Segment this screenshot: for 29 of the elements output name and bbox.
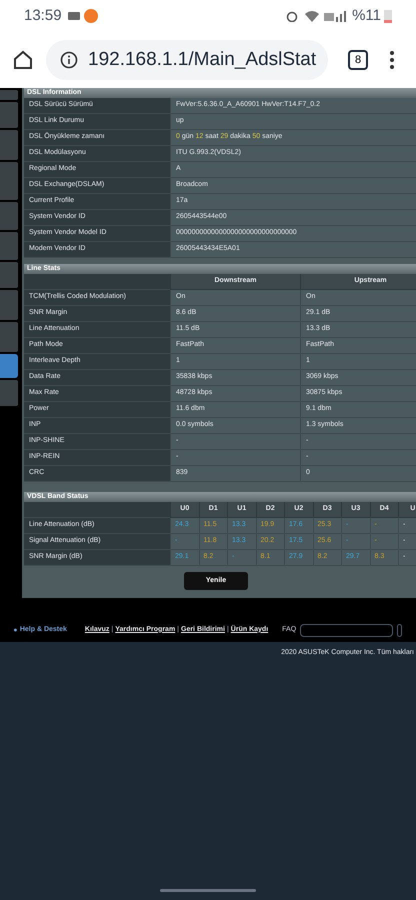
sidebar-tab[interactable] [0,162,18,200]
tab-count-button[interactable]: 8 [348,50,368,70]
sidebar-tab[interactable] [0,90,18,100]
battery-percent: %11 [352,6,381,26]
url-text: 192.168.1.1/Main_AdslStat [88,48,316,72]
status-time: 13:59 [24,6,62,26]
help-icon [14,626,17,634]
menu-icon[interactable] [390,51,394,69]
info-icon [60,51,78,69]
sidebar-tab[interactable] [0,262,18,288]
home-icon[interactable] [12,49,34,71]
faq-search-field[interactable] [300,624,394,636]
home-indicator[interactable] [160,888,256,892]
sidebar-tab[interactable] [0,290,18,320]
sidebar-tab[interactable] [0,202,18,230]
address-bar[interactable]: 192.168.1.1/Main_AdslStat [46,40,328,80]
sidebar-tab[interactable] [0,130,18,160]
sidebar-tab[interactable] [0,232,18,260]
search-button[interactable] [397,624,402,636]
signal-icon [324,10,346,22]
sidebar-tab[interactable] [0,102,18,128]
sidebar-tab[interactable] [0,354,18,378]
sidebar-tab[interactable] [0,380,18,406]
app-notification-icon [84,9,98,23]
alarm-icon [286,10,298,22]
notification-icon [68,11,80,21]
wifi-icon [304,10,320,22]
battery-icon [384,9,392,23]
sidebar-tab[interactable] [0,322,18,352]
